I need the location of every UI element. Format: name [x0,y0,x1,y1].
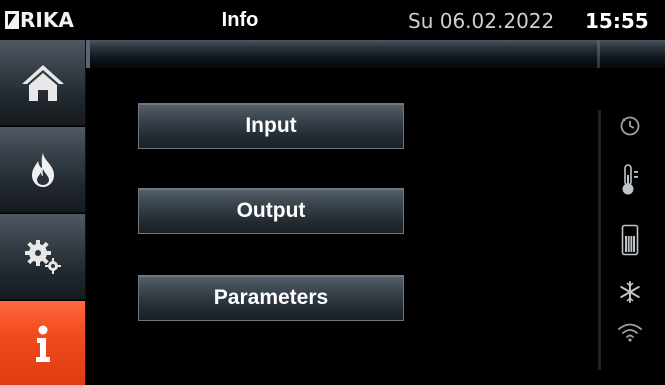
logo-mark-icon [5,11,19,29]
header-divider [597,40,600,68]
wifi-icon [616,322,644,342]
header-bar: RIKA Info Su 06.02.2022 15:55 [0,0,665,40]
parameters-button[interactable]: Parameters [138,275,404,321]
logo-text: RIKA [20,8,74,32]
input-button[interactable]: Input [138,103,404,149]
info-icon [35,325,50,362]
sidebar-item-heating[interactable] [0,127,86,213]
sidebar-item-info[interactable] [0,301,86,385]
header-shade-bar [86,40,665,68]
sidebar-item-home[interactable] [0,40,86,126]
sidebar-nav [0,40,86,385]
date-display: Su 06.02.2022 [408,9,555,33]
settings-gears-icon [24,239,61,274]
time-display: 15:55 [585,9,649,33]
thermometer-icon [616,163,644,197]
flame-icon [31,152,54,187]
home-icon [21,64,64,101]
sidebar-item-settings[interactable] [0,214,86,300]
pellet-tank-icon [616,224,644,256]
page-title: Info [221,9,259,31]
header-shade-edge [86,40,90,68]
status-divider [598,110,601,370]
output-button[interactable]: Output [138,188,404,234]
frost-icon [616,280,644,304]
clock-icon [616,115,644,137]
brand-logo: RIKA [5,8,74,32]
